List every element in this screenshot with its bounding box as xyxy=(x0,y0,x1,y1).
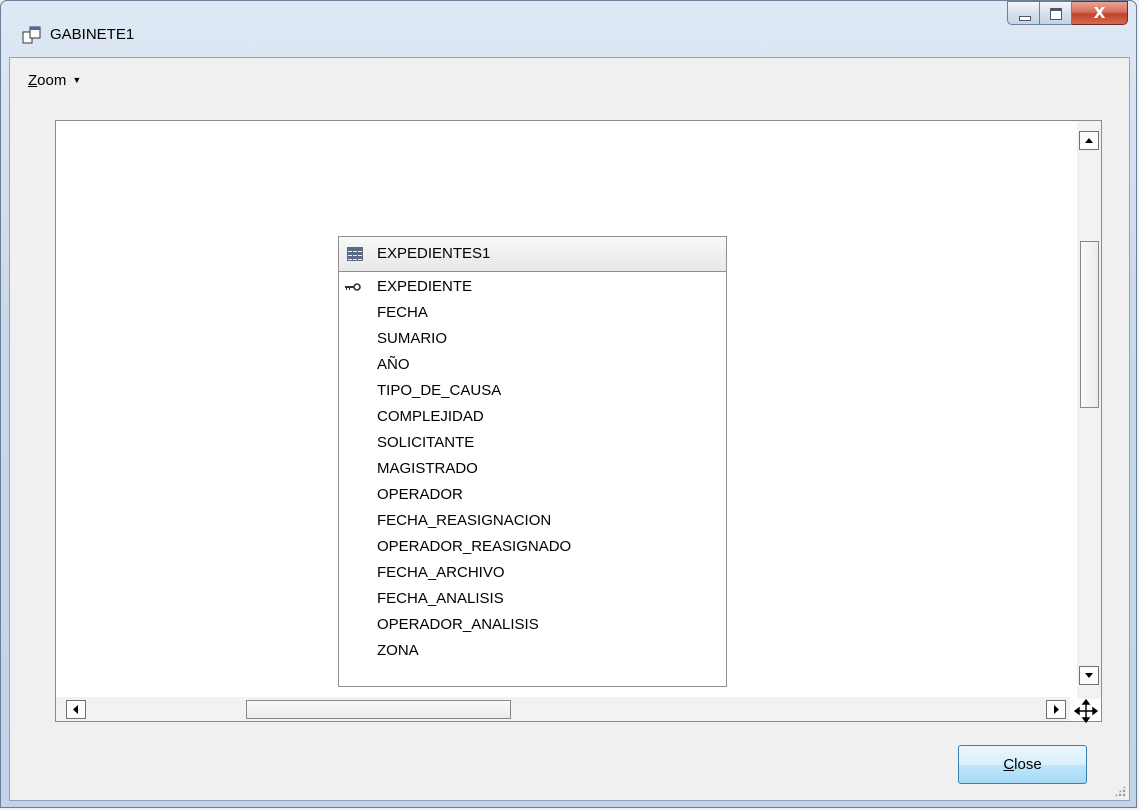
dialog-client-area: Zoom ▼ EXPEDIENTES1 EXPEDIENTE FECHA SUMA… xyxy=(9,57,1130,801)
maximize-icon xyxy=(1050,8,1062,20)
field-item[interactable]: SUMARIO xyxy=(339,326,571,352)
field-item[interactable]: FECHA xyxy=(339,300,571,326)
pan-move-icon[interactable] xyxy=(1071,699,1101,723)
scroll-left-button[interactable] xyxy=(66,700,86,719)
field-item[interactable]: FECHA_REASIGNACION xyxy=(339,508,571,534)
field-item[interactable]: FECHA_ANALISIS xyxy=(339,586,571,612)
scroll-up-button[interactable] xyxy=(1079,131,1099,150)
field-name: MAGISTRADO xyxy=(377,460,478,477)
zoom-menu-label: oom xyxy=(37,72,67,89)
field-item[interactable]: ZONA xyxy=(339,638,571,664)
maximize-button[interactable] xyxy=(1040,1,1072,25)
field-name: FECHA_ANALISIS xyxy=(377,590,504,607)
table-name: EXPEDIENTES1 xyxy=(377,245,491,262)
arrow-down-icon xyxy=(1085,673,1093,678)
field-item[interactable]: OPERADOR_ANALISIS xyxy=(339,612,571,638)
vertical-scroll-thumb[interactable] xyxy=(1080,241,1099,408)
field-name: FECHA_ARCHIVO xyxy=(377,564,505,581)
primary-key-icon xyxy=(345,283,361,291)
field-name: SOLICITANTE xyxy=(377,434,475,451)
field-name: ZONA xyxy=(377,642,419,659)
horizontal-scrollbar[interactable] xyxy=(56,697,1070,721)
field-name: AÑO xyxy=(377,356,410,373)
arrow-right-icon xyxy=(1054,705,1059,714)
field-name: COMPLEJIDAD xyxy=(377,408,484,425)
field-item[interactable]: FECHA_ARCHIVO xyxy=(339,560,571,586)
field-name: EXPEDIENTE xyxy=(377,278,473,295)
close-button[interactable]: Close xyxy=(958,745,1087,784)
scroll-right-button[interactable] xyxy=(1046,700,1066,719)
field-item[interactable]: OPERADOR xyxy=(339,482,571,508)
window-app-icon xyxy=(22,26,41,44)
horizontal-scroll-thumb[interactable] xyxy=(246,700,511,719)
resize-grip-icon[interactable] xyxy=(1114,785,1126,797)
arrow-up-icon xyxy=(1085,138,1093,143)
close-accelerator: C xyxy=(1003,756,1015,773)
field-name: OPERADOR_ANALISIS xyxy=(377,616,539,633)
field-item[interactable]: SOLICITANTE xyxy=(339,430,571,456)
field-item[interactable]: MAGISTRADO xyxy=(339,456,571,482)
table-icon xyxy=(347,247,363,261)
close-icon: X xyxy=(1093,4,1106,22)
minimize-icon xyxy=(1019,16,1031,21)
table-header[interactable]: EXPEDIENTES1 xyxy=(339,237,726,272)
field-name: OPERADOR_REASIGNADO xyxy=(377,538,572,555)
dialog-window: GABINETE1 X Zoom ▼ EXPEDIENTES1 EXPEDIENT… xyxy=(0,0,1137,808)
title-bar[interactable]: GABINETE1 X xyxy=(1,1,1136,57)
field-item[interactable]: COMPLEJIDAD xyxy=(339,404,571,430)
table-entity-box[interactable]: EXPEDIENTES1 EXPEDIENTE FECHA SUMARIO AÑ… xyxy=(338,236,727,687)
field-name: FECHA_REASIGNACION xyxy=(377,512,552,529)
window-title: GABINETE1 xyxy=(50,26,135,43)
field-item[interactable]: OPERADOR_REASIGNADO xyxy=(339,534,571,560)
scroll-down-button[interactable] xyxy=(1079,666,1099,685)
zoom-menu[interactable]: Zoom ▼ xyxy=(28,72,81,89)
field-name: OPERADOR xyxy=(377,486,463,503)
dropdown-arrow-icon: ▼ xyxy=(72,75,82,85)
vertical-scrollbar[interactable] xyxy=(1077,121,1101,699)
minimize-button[interactable] xyxy=(1007,1,1040,25)
field-item[interactable]: AÑO xyxy=(339,352,571,378)
zoom-accelerator: Z xyxy=(28,72,38,89)
field-name: FECHA xyxy=(377,304,428,321)
arrow-left-icon xyxy=(73,705,78,714)
field-list: EXPEDIENTE FECHA SUMARIO AÑO TIPO_DE_CAU… xyxy=(339,274,571,664)
field-name: TIPO_DE_CAUSA xyxy=(377,382,502,399)
caption-buttons: X xyxy=(1007,1,1128,25)
close-button-label: lose xyxy=(1014,756,1042,773)
field-item[interactable]: EXPEDIENTE xyxy=(339,274,571,300)
field-item[interactable]: TIPO_DE_CAUSA xyxy=(339,378,571,404)
field-name: SUMARIO xyxy=(377,330,448,347)
diagram-canvas[interactable]: EXPEDIENTES1 EXPEDIENTE FECHA SUMARIO AÑ… xyxy=(55,120,1102,723)
window-close-button[interactable]: X xyxy=(1072,1,1128,25)
